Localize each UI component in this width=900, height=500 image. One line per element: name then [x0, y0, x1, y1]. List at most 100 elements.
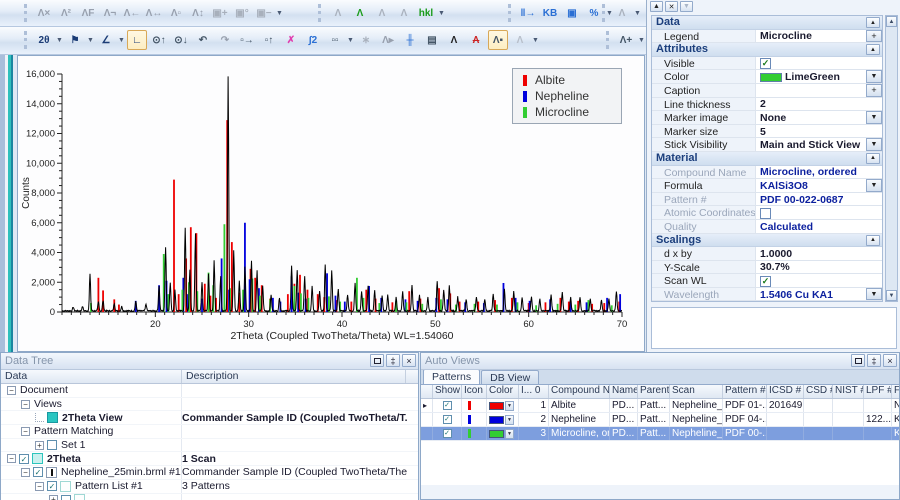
tree-collapse-icon[interactable]: −: [21, 468, 30, 477]
cluster-icon[interactable]: ▣: [562, 3, 582, 23]
color-swatch[interactable]: [489, 416, 504, 424]
tree-row[interactable]: +Set 1: [1, 439, 418, 453]
property-value[interactable]: [756, 84, 866, 97]
column-header-icon[interactable]: Icon: [462, 385, 487, 398]
property-value[interactable]: 1.0000: [756, 247, 882, 260]
dropdown-caret-icon[interactable]: ▼: [275, 4, 284, 22]
zoom-reset-icon[interactable]: ∟: [127, 30, 147, 50]
collapse-section-icon[interactable]: ▲: [866, 44, 880, 55]
property-value[interactable]: KAlSi3O8: [756, 179, 866, 192]
panel-close-button[interactable]: ✕: [665, 1, 678, 12]
link-window-icon[interactable]: ▣°: [232, 3, 252, 23]
expand-plus-button[interactable]: +: [866, 30, 882, 43]
table-row[interactable]: ✓▼2NephelinePD...Patt...Nepheline_...PDF…: [421, 413, 899, 427]
tree-expand-icon[interactable]: +: [49, 495, 58, 500]
column-header-lpf-[interactable]: LPF #: [864, 385, 892, 398]
property-value[interactable]: 1.5406 Cu KA1: [756, 288, 866, 301]
property-value[interactable]: None: [756, 111, 866, 124]
property-value[interactable]: Calculated: [756, 220, 882, 233]
tree-row[interactable]: −Views: [1, 398, 418, 412]
column-header-data[interactable]: Data: [1, 370, 182, 383]
column-header-csd-[interactable]: CSD #: [804, 385, 833, 398]
column-header-compound-name[interactable]: Compound Name: [549, 385, 610, 398]
checkbox-unchecked-icon[interactable]: [760, 208, 771, 219]
tree-checkbox-checked[interactable]: ✓: [47, 481, 57, 491]
tree-row[interactable]: −✓Pattern List #13 Patterns: [1, 480, 418, 494]
kbeta-icon[interactable]: KB: [540, 3, 560, 23]
column-header-form[interactable]: Form: [892, 385, 899, 398]
clip-range-icon[interactable]: Λ▫: [166, 3, 186, 23]
show-checkbox[interactable]: ✓: [443, 401, 452, 410]
annotation-flag-dropdown[interactable]: ⚑: [65, 30, 85, 50]
create-peaks-icon[interactable]: Λ: [444, 30, 464, 50]
expand-plus-button[interactable]: +: [866, 84, 882, 97]
dropdown-caret-icon[interactable]: ▼: [437, 4, 446, 22]
candidate-list-icon[interactable]: Λ: [328, 3, 348, 23]
fourier-smooth-icon[interactable]: ΛF: [78, 3, 98, 23]
copy-document-dropdown[interactable]: ▫▫: [325, 30, 345, 50]
toolbar-drag-handle[interactable]: [602, 4, 607, 22]
column-header-parent[interactable]: Parent: [638, 385, 670, 398]
property-value[interactable]: ✓: [756, 57, 882, 70]
checkbox-checked-icon[interactable]: ✓: [760, 58, 771, 69]
checkbox-checked-icon[interactable]: ✓: [760, 276, 771, 287]
add-window-icon[interactable]: ▣+: [210, 3, 230, 23]
pin-icon[interactable]: ‡: [867, 354, 881, 367]
dropdown-caret-icon[interactable]: ▼: [637, 31, 646, 49]
tree-collapse-icon[interactable]: −: [21, 400, 30, 409]
2theta-view-window[interactable]: 02,0004,0006,0008,00010,00012,00014,0001…: [17, 55, 645, 352]
show-peaks-icon[interactable]: Λ: [510, 30, 530, 50]
residue-icon[interactable]: Λ: [372, 3, 392, 23]
delete-pattern-icon[interactable]: ✗: [281, 30, 301, 50]
section-header-scalings[interactable]: Scalings▲: [652, 234, 882, 248]
toolbar-drag-handle[interactable]: [24, 4, 29, 22]
tree-collapse-icon[interactable]: −: [7, 386, 16, 395]
slope-tool-dropdown[interactable]: ∠: [96, 30, 116, 50]
scale-pattern-icon[interactable]: Λ↕: [188, 3, 208, 23]
section-header-material[interactable]: Material▲: [652, 152, 882, 166]
show-checkbox[interactable]: ✓: [443, 415, 452, 424]
tree-row[interactable]: −Document: [1, 384, 418, 398]
tree-checkbox-unchecked[interactable]: [47, 440, 57, 450]
column-header-description[interactable]: Description: [182, 370, 406, 383]
dropdown-caret-icon[interactable]: ▼: [55, 31, 64, 49]
table-row[interactable]: ✓▼3Microcline, ord...PD...Patt...Nepheli…: [421, 427, 899, 441]
scroll-up-icon[interactable]: ▲: [886, 16, 897, 27]
property-value[interactable]: 5: [756, 125, 882, 138]
property-value[interactable]: Microcline: [756, 30, 866, 43]
column-header-color[interactable]: Color: [487, 385, 519, 398]
property-value[interactable]: Microcline, ordered: [756, 166, 882, 179]
section-header-attributes[interactable]: Attributes▲: [652, 43, 882, 57]
tree-checkbox-checked[interactable]: ✓: [33, 467, 43, 477]
strip-kalpha2-icon[interactable]: Λ²: [56, 3, 76, 23]
search-match-icon[interactable]: Λ: [350, 3, 370, 23]
peak-area-icon[interactable]: Λ▪: [488, 30, 508, 50]
column-header-icsd-[interactable]: ICSD #: [767, 385, 804, 398]
tab-patterns[interactable]: Patterns: [423, 369, 480, 384]
column-header-name[interactable]: Name: [610, 385, 638, 398]
collapse-section-icon[interactable]: ▲: [866, 153, 880, 164]
copy-range-icon[interactable]: ▫↑: [259, 30, 279, 50]
float-window-icon[interactable]: [851, 354, 865, 367]
color-dropdown-icon[interactable]: ▼: [505, 401, 514, 411]
tree-collapse-icon[interactable]: −: [7, 454, 16, 463]
dropdown-caret-icon[interactable]: ▼: [346, 31, 355, 49]
color-dropdown-icon[interactable]: ▼: [505, 415, 514, 425]
redo-icon[interactable]: ↷: [215, 30, 235, 50]
strip-background-icon[interactable]: Λ×: [34, 3, 54, 23]
dropdown-button[interactable]: ▼: [866, 138, 882, 151]
tree-row[interactable]: 2Theta ViewCommander Sample ID (Coupled …: [1, 411, 418, 425]
stick-pattern-icon[interactable]: ‖→: [518, 3, 538, 23]
tree-collapse-icon[interactable]: −: [35, 482, 44, 491]
tree-checkbox-checked[interactable]: ✓: [19, 454, 29, 464]
pin-icon[interactable]: ‡: [386, 354, 400, 367]
quantify-icon[interactable]: %: [584, 3, 604, 23]
column-header-selector[interactable]: [421, 385, 433, 398]
collapse-section-icon[interactable]: ▲: [866, 17, 880, 28]
panel-down-button[interactable]: ▼: [680, 1, 693, 12]
section-header-data[interactable]: Data▲: [652, 16, 882, 30]
color-swatch[interactable]: [489, 430, 504, 438]
flip-view-icon[interactable]: Λ▸: [378, 30, 398, 50]
peak-search-icon[interactable]: Λ+: [616, 30, 636, 50]
display-settings-icon[interactable]: ▤: [422, 30, 442, 50]
